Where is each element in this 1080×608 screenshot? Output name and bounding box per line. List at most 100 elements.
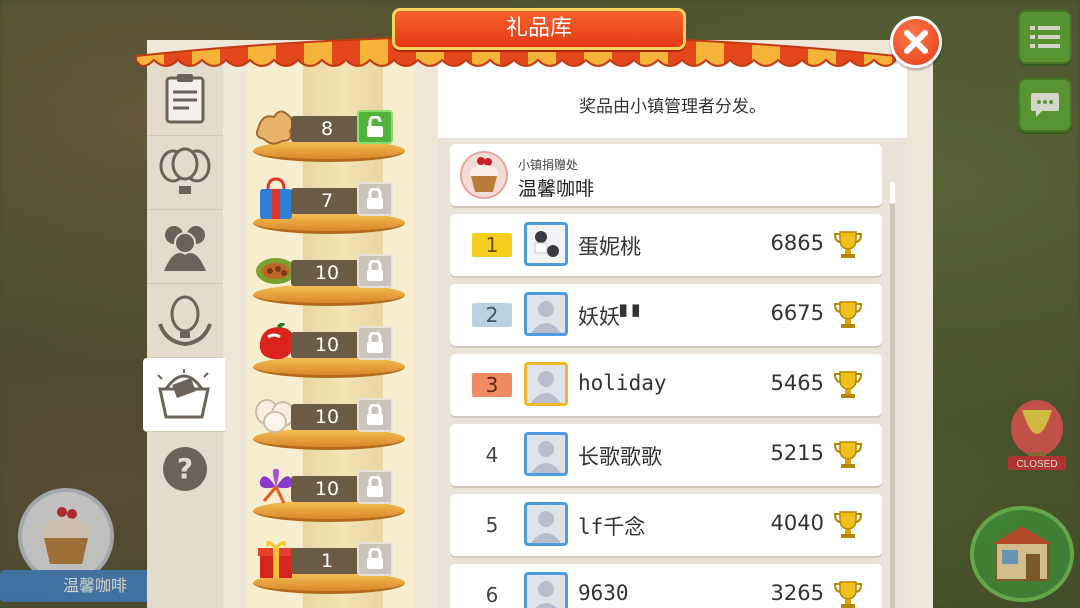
shelf-item[interactable]: 10 <box>253 462 405 522</box>
player-name: holiday <box>578 371 667 395</box>
close-button[interactable] <box>890 16 942 68</box>
scroll-thumb[interactable] <box>890 182 895 204</box>
player-score: 3265 <box>770 581 824 605</box>
chat-bubble-icon <box>1031 93 1059 117</box>
item-count: 1 <box>291 548 363 574</box>
user-photo-icon <box>527 225 565 263</box>
donor-card[interactable]: 小镇捐赠处 温馨咖啡 <box>450 144 882 206</box>
default-user-icon <box>531 301 561 333</box>
rank-number: 6 <box>485 583 499 607</box>
item-count: 8 <box>291 116 363 142</box>
trophy-icon <box>834 511 862 538</box>
ranking-row[interactable]: 5 lf千念 4040 <box>450 494 882 556</box>
gift-basket-icon <box>157 368 210 418</box>
player-score: 5465 <box>770 371 824 395</box>
lock-icon <box>357 254 393 288</box>
avatar <box>524 292 568 336</box>
balloon-closed-button[interactable]: CLOSED <box>1002 398 1072 478</box>
menu-list-button[interactable] <box>1018 10 1072 64</box>
list-icon <box>1030 26 1060 48</box>
shelf-item[interactable]: 10 <box>253 318 405 378</box>
player-profile[interactable]: 温馨咖啡 <box>0 484 170 608</box>
svg-text:?: ? <box>177 452 193 485</box>
shop-house-button[interactable] <box>970 506 1074 602</box>
avatar <box>524 362 568 406</box>
help-icon: ? <box>163 447 207 491</box>
tab-balloon-wreath[interactable] <box>147 284 223 358</box>
item-count: 10 <box>291 260 363 286</box>
trophy-icon <box>834 371 862 398</box>
item-count: 10 <box>291 332 363 358</box>
dialog-title: 礼品库 <box>392 8 686 50</box>
rank-number: 4 <box>485 443 499 467</box>
avatar <box>524 222 568 266</box>
shelf-item[interactable]: 10 <box>253 390 405 450</box>
rank-number: 5 <box>485 513 499 537</box>
trophy-icon <box>834 441 862 468</box>
default-user-icon <box>535 581 557 608</box>
trophy-icon <box>834 301 862 328</box>
balloons-icon <box>159 147 211 194</box>
tab-help[interactable]: ? <box>147 432 223 506</box>
ranking-row[interactable]: 1 蛋妮桃 6865 <box>450 214 882 276</box>
ranking-content: 奖品由小镇管理者分发。 小镇捐赠处 温馨咖啡 1 蛋妮桃 6865 2 妖妖▘▘… <box>438 62 907 608</box>
chat-button[interactable] <box>1018 78 1072 132</box>
player-name: 蛋妮桃 <box>578 235 641 259</box>
player-name: 妖妖▘▘ <box>578 305 646 329</box>
svg-text:CLOSED: CLOSED <box>1016 459 1057 470</box>
cupcake-icon <box>470 157 498 192</box>
trophy-icon <box>834 231 862 258</box>
house-icon <box>992 526 1052 581</box>
trophy-icon <box>834 581 862 608</box>
balloon-wreath-icon <box>158 295 212 346</box>
tab-notepad[interactable] <box>147 62 223 136</box>
shelf-item[interactable]: 1 <box>253 534 405 594</box>
avatar <box>524 432 568 476</box>
player-name: lf千念 <box>578 515 646 539</box>
profile-name: 温馨咖啡 <box>0 570 170 602</box>
side-tab-bar: ? <box>143 62 225 608</box>
rank-number: 3 <box>472 373 512 397</box>
notepad-icon <box>165 73 205 123</box>
player-score: 4040 <box>770 511 824 535</box>
default-user-icon <box>531 441 561 473</box>
rank-number: 1 <box>472 233 512 257</box>
player-name: 9630 <box>578 581 629 605</box>
player-score: 6865 <box>770 231 824 255</box>
player-score: 5215 <box>770 441 824 465</box>
ranking-row[interactable]: 6 9630 3265 <box>450 564 882 608</box>
close-icon <box>904 30 928 54</box>
default-user-icon <box>531 511 561 543</box>
people-icon <box>164 225 206 271</box>
shelf-item[interactable]: 7 <box>253 174 405 234</box>
tab-people[interactable] <box>147 210 223 284</box>
item-count: 7 <box>291 188 363 214</box>
item-count: 10 <box>291 476 363 502</box>
gift-library-panel: ? 8 7 10 10 10 10 1 奖品由小镇管理者分发。 小镇捐赠处 温馨… <box>143 40 933 608</box>
item-count: 10 <box>291 404 363 430</box>
rank-number: 2 <box>472 303 512 327</box>
unlocked-icon <box>357 110 393 144</box>
lock-icon <box>357 326 393 360</box>
player-name: 长歌歌歌 <box>578 445 662 469</box>
lock-icon <box>357 542 393 576</box>
tab-gift-basket[interactable] <box>143 358 225 432</box>
donor-label: 小镇捐赠处 <box>518 158 579 172</box>
ranking-row[interactable]: 3 holiday 5465 <box>450 354 882 416</box>
default-user-icon <box>531 371 561 403</box>
tab-balloons[interactable] <box>147 136 223 210</box>
avatar <box>524 502 568 546</box>
avatar <box>524 572 568 608</box>
cupcake-icon <box>42 507 90 564</box>
lock-icon <box>357 398 393 432</box>
ranking-row[interactable]: 4 长歌歌歌 5215 <box>450 424 882 486</box>
lock-icon <box>357 470 393 504</box>
donor-avatar <box>460 151 508 199</box>
shelf-item[interactable]: 8 <box>253 102 405 162</box>
hot-air-balloon-icon: CLOSED <box>1008 400 1066 470</box>
gift-shelf-column: 8 7 10 10 10 10 1 <box>247 62 415 608</box>
distribution-notice: 奖品由小镇管理者分发。 <box>438 62 907 138</box>
ranking-row[interactable]: 2 妖妖▘▘ 6675 <box>450 284 882 346</box>
ranking-scrollbar[interactable] <box>890 182 895 608</box>
shelf-item[interactable]: 10 <box>253 246 405 306</box>
